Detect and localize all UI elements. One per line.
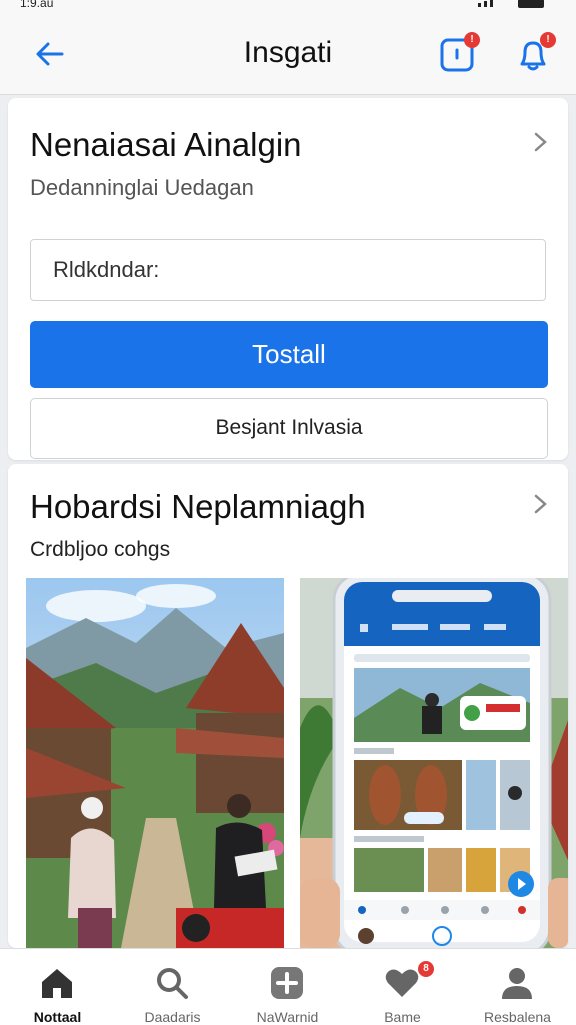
add-icon	[271, 967, 303, 999]
nav-item-favorites[interactable]: 8 Bame	[345, 949, 460, 1025]
bottom-navigation: Nottaal Daadaris NaWarnid 8 Bame Resbale…	[0, 948, 576, 1025]
app-preview-image[interactable]	[300, 578, 568, 948]
card-subtitle: Crdbljoo cohgs	[30, 538, 171, 561]
preview-card: Hobardsi Neplamniagh Crdbljoo cohgs	[8, 464, 568, 948]
nav-label-search: Daadaris	[144, 1009, 201, 1025]
install-card: Nenaiasai Ainalgin Dedanninglai Uedagan …	[8, 98, 568, 460]
bell-button[interactable]: !	[512, 32, 556, 76]
home-icon	[42, 969, 72, 998]
secondary-button[interactable]: Besjant Inlvasia	[30, 398, 548, 459]
nav-label-favorites: Bame	[384, 1009, 421, 1025]
nav-item-profile[interactable]: Resbalena	[460, 949, 575, 1025]
chevron-right-icon[interactable]	[530, 492, 550, 516]
status-bar: 1:9.au	[0, 0, 576, 14]
notification-button[interactable]: !	[436, 32, 480, 76]
nav-label-home: Nottaal	[33, 1009, 82, 1025]
status-time: 1:9.au	[20, 0, 54, 10]
village-screenshot-image[interactable]	[26, 578, 284, 948]
heart-icon	[385, 969, 419, 997]
install-button[interactable]: Tostall	[30, 321, 548, 388]
notification-badge: !	[464, 32, 480, 48]
nav-item-home[interactable]: Nottaal	[0, 949, 115, 1025]
profile-icon	[502, 968, 532, 999]
card-title: Hobardsi Neplamniagh	[30, 488, 366, 525]
search-icon	[157, 968, 188, 999]
nav-item-search[interactable]: Daadaris	[115, 949, 230, 1025]
nav-label-profile: Resbalena	[484, 1009, 551, 1025]
card-subtitle: Dedanninglai Uedagan	[30, 175, 254, 200]
chevron-right-icon[interactable]	[530, 130, 550, 154]
page-title: Insgati	[243, 36, 333, 69]
app-header: Insgati ! !	[0, 14, 576, 95]
bell-badge: !	[540, 32, 556, 48]
text-input[interactable]: Rldkdndar:	[30, 239, 546, 301]
favorites-badge: 8	[418, 961, 434, 977]
card-title: Nenaiasai Ainalgin	[30, 126, 302, 163]
nav-item-add[interactable]: NaWarnid	[230, 949, 345, 1025]
status-icons	[458, 0, 558, 9]
nav-label-add: NaWarnid	[256, 1009, 319, 1025]
